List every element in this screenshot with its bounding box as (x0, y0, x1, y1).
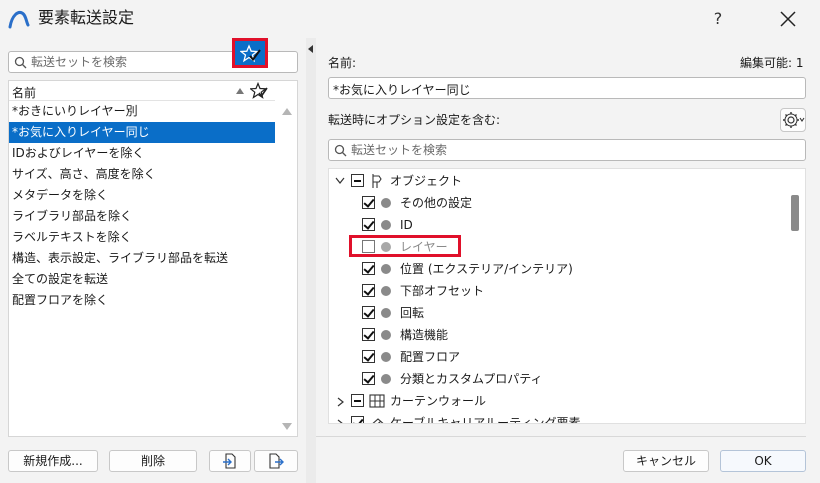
layer-highlight-box (349, 235, 461, 257)
bottom-divider (316, 436, 806, 437)
tree-row[interactable]: ID (329, 214, 789, 236)
delete-button[interactable]: 削除 (109, 450, 197, 472)
options-tree[interactable]: オブジェクト その他の設定 ID レイヤー 位置 (エクステリア/インテリア) … (328, 168, 806, 424)
property-dot-icon (381, 374, 391, 384)
pane-splitter[interactable] (306, 38, 316, 483)
tree-row[interactable]: その他の設定 (329, 192, 789, 214)
list-item[interactable]: 配置フロアを除く (9, 290, 275, 311)
property-dot-icon (381, 330, 391, 340)
list-item[interactable]: 全ての設定を転送 (9, 269, 275, 290)
editable-count-label: 編集可能: 1 (740, 56, 804, 70)
list-header: 名前 (9, 81, 275, 101)
tree-label: 位置 (エクステリア/インテリア) (400, 262, 573, 276)
option-checkbox[interactable] (362, 350, 375, 363)
column-name-header[interactable]: 名前 (12, 84, 36, 101)
list-item[interactable]: ライブラリ部品を除く (9, 206, 275, 227)
search-icon (14, 56, 27, 69)
name-label: 名前: (328, 56, 357, 70)
list-item-selected[interactable]: *お気に入りレイヤー同じ (9, 122, 275, 143)
window-title: 要素転送設定 (38, 8, 135, 27)
property-dot-icon (381, 352, 391, 362)
help-button[interactable]: ? (700, 6, 736, 32)
tree-label: ID (400, 218, 413, 232)
name-field-value: *お気に入りレイヤー同じ (333, 83, 471, 97)
new-button[interactable]: 新規作成... (8, 450, 98, 472)
tree-label: その他の設定 (400, 196, 473, 210)
import-button[interactable] (209, 450, 251, 472)
import-icon (223, 453, 236, 469)
tree-scrollbar-thumb[interactable] (791, 195, 799, 231)
cancel-button[interactable]: キャンセル (623, 450, 709, 472)
property-dot-icon (381, 286, 391, 296)
sort-ascending-icon[interactable] (235, 85, 245, 95)
property-dot-icon (381, 264, 391, 274)
tree-row[interactable]: 構造機能 (329, 324, 789, 346)
property-dot-icon (381, 308, 391, 318)
property-dot-icon (381, 220, 391, 230)
options-label: 転送時にオプション設定を含む: (328, 113, 501, 127)
transfer-set-list[interactable]: 名前 *おきにいりレイヤー別 *お気に入りレイヤー同じ IDおよびレイヤーを除く… (8, 80, 298, 437)
tree-row[interactable]: 配置フロア (329, 346, 789, 368)
close-icon (780, 11, 796, 27)
list-item[interactable]: サイズ、高さ、高度を除く (9, 164, 275, 185)
tree-label-curtain-wall: カーテンウォール (390, 394, 487, 408)
name-field[interactable]: *お気に入りレイヤー同じ (328, 77, 806, 99)
list-scrollbar[interactable] (277, 101, 297, 436)
tree-label: 下部オフセット (400, 284, 485, 298)
list-item[interactable]: ラベルテキストを除く (9, 227, 275, 248)
favorite-star-check-icon (240, 44, 261, 63)
option-checkbox[interactable] (362, 196, 375, 209)
favorite-star-header-icon[interactable] (248, 81, 268, 100)
chevron-right-icon[interactable] (337, 419, 345, 424)
tree-label-objects: オブジェクト (390, 174, 463, 188)
option-checkbox[interactable] (362, 284, 375, 297)
tree-label: 配置フロア (400, 350, 461, 364)
tree-row[interactable]: 位置 (エクステリア/インテリア) (329, 258, 789, 280)
search-placeholder: 転送セットを検索 (31, 55, 128, 69)
list-item[interactable]: IDおよびレイヤーを除く (9, 143, 275, 164)
object-icon (372, 174, 382, 188)
chevron-right-icon[interactable] (337, 397, 345, 407)
export-icon (269, 453, 284, 469)
cable-carrier-checkbox[interactable] (351, 416, 364, 423)
settings-menu-button[interactable] (780, 108, 806, 132)
tree-row[interactable]: 回転 (329, 302, 789, 324)
curtain-wall-checkbox[interactable] (351, 394, 364, 407)
cable-carrier-icon (372, 418, 384, 423)
option-search-placeholder: 転送セットを検索 (351, 143, 448, 157)
tree-label: 回転 (400, 306, 425, 320)
list-item[interactable]: *おきにいりレイヤー別 (9, 101, 275, 122)
option-checkbox[interactable] (362, 262, 375, 275)
option-checkbox[interactable] (362, 306, 375, 319)
option-search-input[interactable]: 転送セットを検索 (328, 139, 806, 161)
tree-row-curtain-wall[interactable]: カーテンウォール (329, 390, 789, 412)
search-icon (334, 144, 347, 157)
option-checkbox[interactable] (362, 328, 375, 341)
option-checkbox[interactable] (362, 218, 375, 231)
property-dot-icon (381, 198, 391, 208)
gear-icon (783, 112, 805, 128)
app-logo-icon (8, 9, 30, 29)
tree-row[interactable]: 下部オフセット (329, 280, 789, 302)
tree-label-cable-carrier: ケーブルキャリアルーティング要素 (390, 416, 581, 424)
list-item[interactable]: 構造、表示設定、ライブラリ部品を転送 (9, 248, 275, 269)
tree-label: 分類とカスタムプロパティ (400, 372, 543, 386)
tree-row-cable-carrier[interactable]: ケーブルキャリアルーティング要素 (329, 412, 789, 424)
option-checkbox[interactable] (362, 372, 375, 385)
ok-button[interactable]: OK (720, 450, 806, 472)
tree-row[interactable]: 分類とカスタムプロパティ (329, 368, 789, 390)
close-button[interactable] (768, 4, 808, 34)
chevron-down-icon[interactable] (335, 177, 345, 185)
tree-label: 構造機能 (400, 328, 449, 342)
list-item[interactable]: メタデータを除く (9, 185, 275, 206)
tree-row-objects[interactable]: オブジェクト (329, 170, 789, 192)
export-button[interactable] (254, 450, 298, 472)
curtain-wall-icon (369, 394, 385, 408)
objects-checkbox[interactable] (351, 174, 364, 187)
favorite-toggle-button[interactable] (232, 38, 268, 68)
collapse-arrow-icon[interactable] (306, 43, 316, 53)
